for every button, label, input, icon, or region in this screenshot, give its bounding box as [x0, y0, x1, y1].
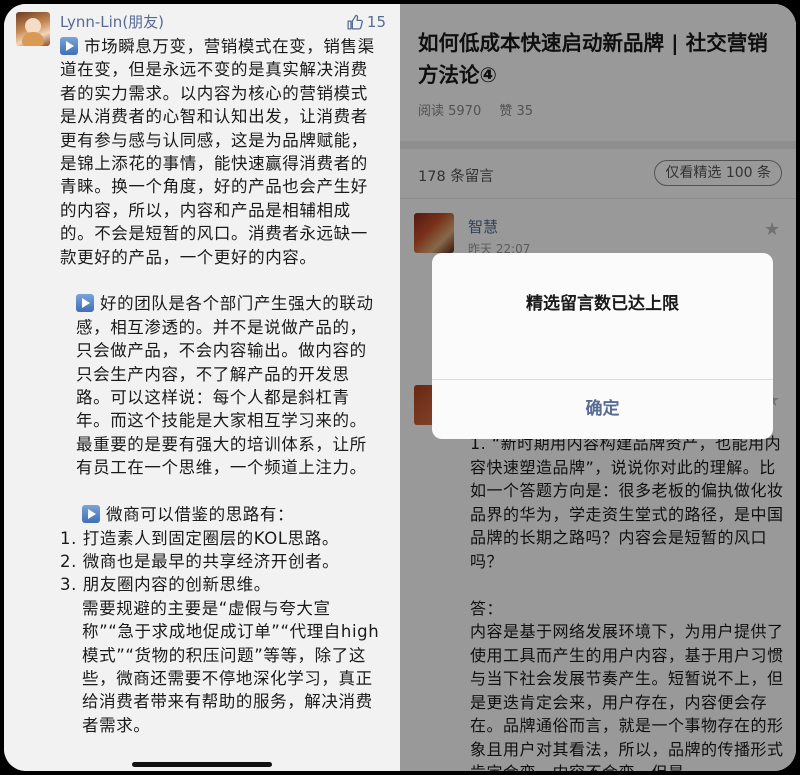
list-item: 1. 打造素人到固定圈层的KOL思路。	[60, 528, 339, 548]
like-count: 15	[366, 13, 386, 31]
paragraph-1-text: 市场瞬息万变，营销模式在变，销售渠道在变，但是永远不变的是真实解决消费者的实力需…	[60, 37, 375, 267]
list-item: 3. 朋友圈内容的创新思维。	[60, 575, 271, 595]
thumbs-up-icon	[347, 14, 363, 30]
device-frame: Lynn-Lin(朋友) 15 市场瞬息万变，营销模式在变，销售渠道在变，但是永…	[4, 4, 796, 771]
comment-body: 市场瞬息万变，营销模式在变，销售渠道在变，但是永远不变的是真实解决消费者的实力需…	[60, 35, 382, 737]
like-button[interactable]: 15	[346, 13, 386, 31]
paragraph-3-text: 微商可以借鉴的思路有：	[106, 505, 295, 525]
paragraph-3: 微商可以借鉴的思路有：	[60, 503, 382, 526]
home-indicator[interactable]	[132, 762, 272, 767]
right-article-pane: 如何低成本快速启动新品牌 | 社交营销方法论④ 阅读 5970 赞 35 178…	[400, 4, 796, 771]
paragraph-1: 市场瞬息万变，营销模式在变，销售渠道在变，但是永远不变的是真实解决消费者的实力需…	[60, 35, 382, 269]
play-icon	[82, 505, 100, 524]
dialog-message: 精选留言数已达上限	[526, 294, 679, 314]
avatar-dog	[22, 32, 44, 46]
list-item: 2. 微商也是最早的共享经济开创者。	[60, 551, 340, 571]
play-icon	[76, 294, 94, 313]
paragraph-2: 好的团队是各个部门产生强大的联动感，相互渗透的。并不是说做产品的，只会做产品，不…	[60, 292, 382, 479]
left-comment-pane: Lynn-Lin(朋友) 15 市场瞬息万变，营销模式在变，销售渠道在变，但是永…	[4, 4, 400, 771]
avatar[interactable]	[16, 12, 50, 46]
closing-paragraph: 需要规避的主要是“虚假与夸大宣称”“急于求成地促成订单”“代理自high模式”“…	[82, 598, 380, 735]
paragraph-2-text: 好的团队是各个部门产生强大的联动感，相互渗透的。并不是说做产品的，只会做产品，不…	[76, 294, 374, 478]
play-icon	[60, 37, 78, 55]
alert-dialog: 精选留言数已达上限 确定	[432, 253, 773, 439]
comment-username[interactable]: Lynn-Lin(朋友)	[60, 11, 164, 32]
confirm-button[interactable]: 确定	[432, 380, 773, 439]
